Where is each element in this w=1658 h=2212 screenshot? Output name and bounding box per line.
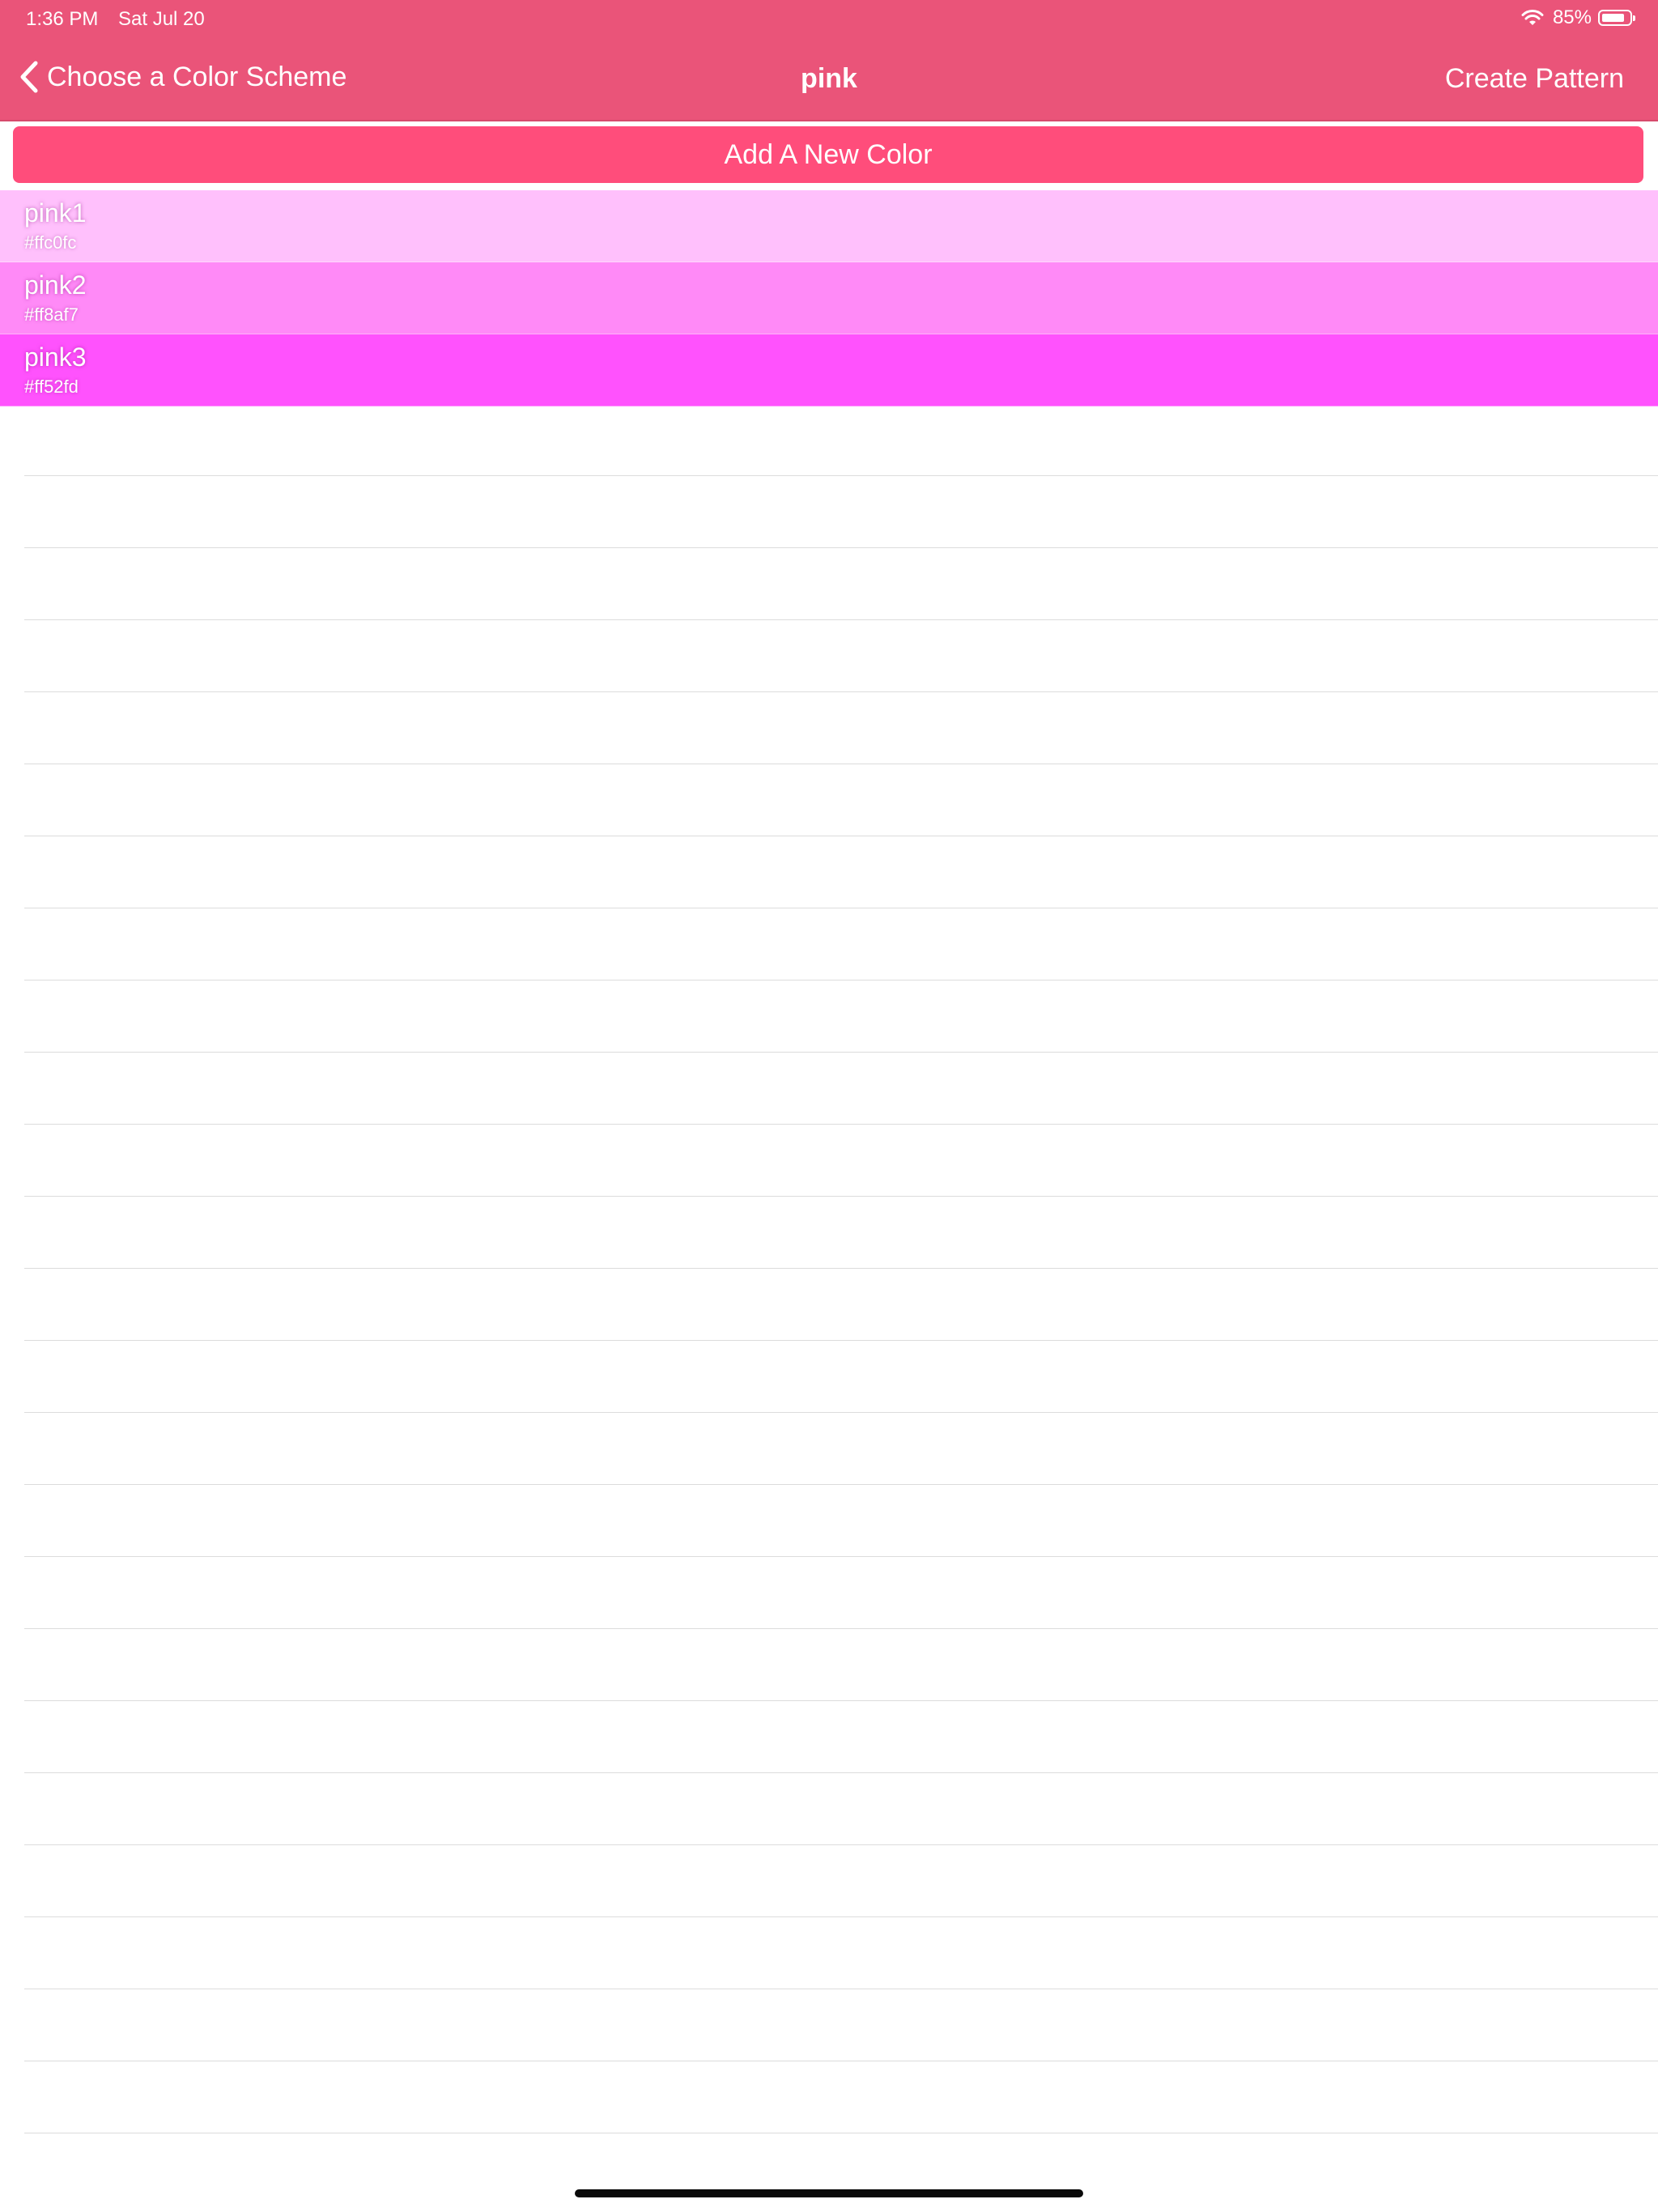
empty-row bbox=[24, 1629, 1658, 1701]
color-name: pink1 bbox=[24, 198, 87, 228]
empty-row bbox=[24, 1557, 1658, 1629]
empty-table-rows bbox=[0, 404, 1658, 2133]
empty-row bbox=[24, 404, 1658, 476]
empty-row bbox=[24, 1053, 1658, 1125]
status-date: Sat Jul 20 bbox=[118, 8, 205, 30]
empty-row bbox=[24, 1269, 1658, 1341]
empty-row bbox=[24, 1413, 1658, 1485]
empty-row bbox=[24, 692, 1658, 764]
empty-row bbox=[24, 1485, 1658, 1557]
color-row-pink1[interactable]: pink1 #ffc0fc bbox=[0, 190, 1658, 262]
color-name: pink3 bbox=[24, 342, 87, 372]
status-time: 1:36 PM bbox=[26, 8, 99, 30]
add-new-color-button[interactable]: Add A New Color bbox=[13, 126, 1643, 183]
battery-percentage: 85% bbox=[1552, 6, 1592, 28]
color-hex-value: #ff52fd bbox=[24, 376, 79, 397]
empty-row bbox=[24, 1197, 1658, 1269]
nav-bar: Choose a Color Scheme pink Create Patter… bbox=[0, 52, 1658, 108]
empty-row bbox=[24, 620, 1658, 692]
empty-row bbox=[24, 1773, 1658, 1845]
battery-cap bbox=[1633, 15, 1635, 21]
empty-row bbox=[24, 548, 1658, 620]
empty-row bbox=[24, 1917, 1658, 1989]
color-row-pink3[interactable]: pink3 #ff52fd bbox=[0, 334, 1658, 406]
empty-row bbox=[24, 1845, 1658, 1917]
empty-row bbox=[24, 981, 1658, 1053]
create-pattern-button[interactable]: Create Pattern bbox=[1445, 63, 1624, 95]
chevron-left-icon bbox=[20, 61, 38, 93]
color-row-pink2[interactable]: pink2 #ff8af7 bbox=[0, 262, 1658, 334]
battery-icon bbox=[1598, 10, 1635, 26]
navigation-header: 1:36 PM Sat Jul 20 85% Choose a Color Sc… bbox=[0, 0, 1658, 121]
empty-row bbox=[24, 476, 1658, 548]
empty-row bbox=[24, 908, 1658, 981]
color-name: pink2 bbox=[24, 270, 87, 300]
back-button[interactable]: Choose a Color Scheme bbox=[18, 60, 346, 94]
empty-row bbox=[24, 1701, 1658, 1773]
back-button-label: Choose a Color Scheme bbox=[47, 61, 347, 92]
home-indicator[interactable] bbox=[575, 2189, 1083, 2197]
empty-row bbox=[24, 1341, 1658, 1413]
empty-row bbox=[24, 2061, 1658, 2133]
empty-row bbox=[24, 1989, 1658, 2061]
wifi-icon bbox=[1521, 10, 1544, 25]
color-hex-value: #ffc0fc bbox=[24, 232, 77, 253]
color-hex-value: #ff8af7 bbox=[24, 304, 79, 325]
status-indicators: 85% bbox=[1520, 6, 1635, 29]
status-bar: 1:36 PM Sat Jul 20 85% bbox=[0, 0, 1658, 39]
color-list: pink1 #ffc0fc pink2 #ff8af7 pink3 #ff52fd bbox=[0, 190, 1658, 406]
empty-row bbox=[24, 764, 1658, 836]
empty-row bbox=[24, 836, 1658, 908]
battery-level-fill bbox=[1602, 14, 1624, 22]
empty-row bbox=[24, 1125, 1658, 1197]
